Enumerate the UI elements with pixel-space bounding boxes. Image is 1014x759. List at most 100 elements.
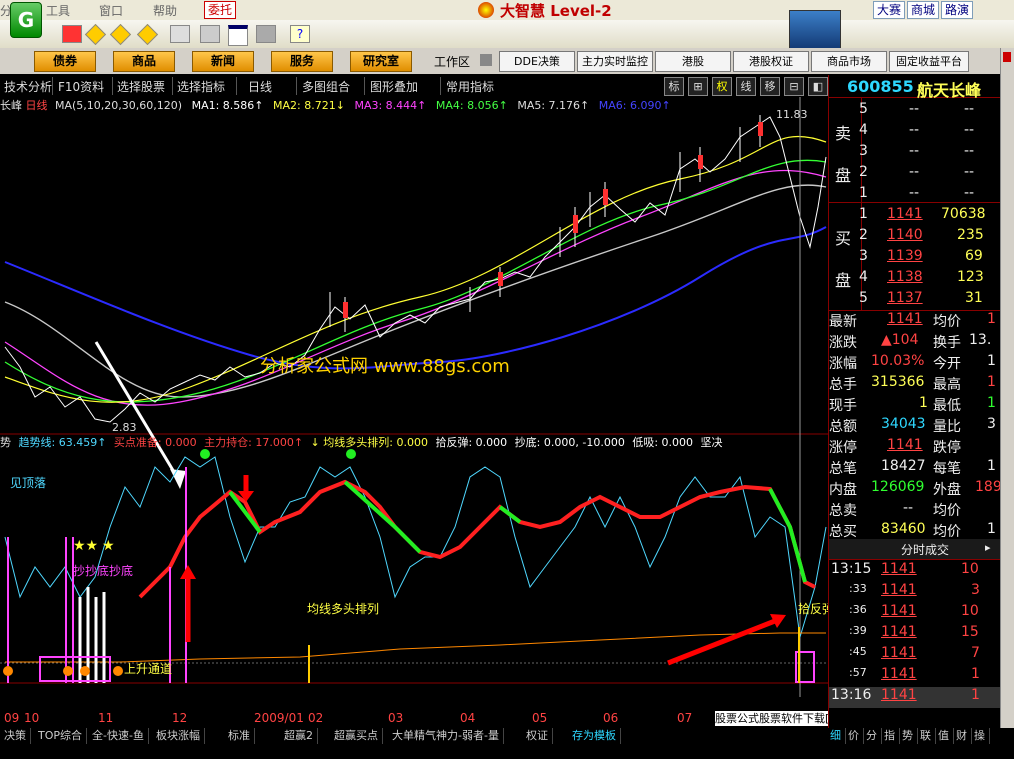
stat-key: 换手 [933,335,961,351]
crosshair-icon[interactable]: ⊞ [688,77,708,96]
tick-price: 1141 [881,645,917,661]
nav-service-button[interactable]: 服务 [271,51,333,72]
stat-key: 均价 [933,503,961,519]
diamond-icon[interactable] [84,23,107,46]
tab-trend[interactable]: 势 [898,728,918,744]
ticks-title: 分时成交 [901,543,950,557]
tab-link[interactable]: 联 [916,728,936,744]
low-price-label: 2.83 [112,421,137,434]
ma5-label: MA5: 7.176↑ [517,99,590,112]
ma-bull-value: ↓ 均线多头排列: 0.000 [310,436,428,449]
stat-value: 1 [987,395,996,411]
buy-price: 1139 [887,248,923,264]
line-icon[interactable]: 线 [736,77,756,96]
tab-standard[interactable]: 标准 [224,728,255,744]
print-icon[interactable] [200,25,220,43]
entrust-button[interactable]: 委托 [204,1,237,19]
tab-finance[interactable]: 财 [952,728,972,744]
tab-multi-chart[interactable]: 多图组合 [302,78,350,95]
grid-icon[interactable] [256,25,276,43]
date-label: 02 [308,711,324,725]
diamond-icon[interactable] [109,23,132,46]
tab-select-stock[interactable]: 选择股票 [117,78,165,95]
nav-commodity-market-button[interactable]: 商品市场 [811,51,887,72]
tick-volume: 3 [971,582,980,598]
tab-decision[interactable]: 决策 [0,728,31,744]
link-contest[interactable]: 大赛 [873,1,906,19]
nav-commodity-button[interactable]: 商品 [113,51,175,72]
tab-daily[interactable]: 日线 [248,78,272,95]
nav-news-button[interactable]: 新闻 [192,51,254,72]
workspace-menu-icon[interactable] [480,54,492,66]
stat-value: 1 [987,521,996,537]
main-position-value: 主力持仓: 17.000↑ [204,436,304,449]
tab-chaoying2[interactable]: 超赢2 [280,728,318,744]
tab-save-template[interactable]: 存为模板 [568,728,621,744]
buy-book: 买 盘 1 1141 70638 2 1140 235 3 1139 69 4 1138 123… [829,203,1001,311]
close-icon[interactable] [1003,52,1011,62]
nav-monitor-button[interactable]: 主力实时监控 [577,51,653,72]
buy-price: 1137 [887,290,923,306]
period-label: 日线 [25,99,48,112]
tab-warrant[interactable]: 权证 [522,728,553,744]
menu-item-help[interactable]: 帮助 [153,2,177,19]
nav-fixed-income-button[interactable]: 固定收益平台 [889,51,969,72]
link-roadshow[interactable]: 路演 [941,1,974,19]
tab-common-indicator[interactable]: 常用指标 [446,78,494,95]
help-icon[interactable]: ? [290,25,310,43]
tab-quick-fish[interactable]: 全-快速-鱼 [88,728,149,744]
window-scrollbar[interactable] [1000,48,1014,744]
kline-chart[interactable]: ★★ ★ [0,97,828,709]
date-label: 03 [388,711,404,725]
buy-level: 5 [859,290,868,306]
tab-bigorder[interactable]: 大单精气神力-弱者-量 [388,728,504,744]
tab-sector[interactable]: 板块涨幅 [152,728,205,744]
tab-f10[interactable]: F10资料 [58,78,104,95]
mark-icon[interactable]: 标 [664,77,684,96]
move-icon[interactable]: 移 [760,77,780,96]
ticks-expand-icon[interactable]: ▸ [985,541,991,554]
stat-key: 最高 [933,377,961,393]
nav-hk-button[interactable]: 港股 [655,51,731,72]
tab-price[interactable]: 价 [844,728,864,744]
tab-top[interactable]: TOP综合 [34,728,88,744]
bird-logo-icon [789,10,841,52]
link-mall[interactable]: 商城 [907,1,940,19]
tab-operate[interactable]: 操 [970,728,990,744]
sell-level: 4 [859,122,868,138]
tab-min[interactable]: 分 [862,728,882,744]
tab-index[interactable]: 指 [880,728,900,744]
stat-key: 最低 [933,398,961,414]
tab-select-indicator[interactable]: 选择指标 [177,78,225,95]
sell-price: -- [909,164,920,180]
window-icon[interactable] [170,25,190,43]
brand-logo-icon [478,2,494,18]
ma-legend: 长峰 日线 MA(5,10,20,30,60,120) MA1: 8.586↑ … [0,97,671,113]
collapse-icon[interactable]: ⊟ [784,77,804,96]
workspace-label[interactable]: 工作区 [434,53,470,70]
stat-key: 总手 [829,377,857,393]
nav-bar: 债券 商品 新闻 服务 研究室 工作区 DDE决策 主力实时监控 港股 港股权证… [0,48,1000,74]
nav-hk-warrant-button[interactable]: 港股权证 [733,51,809,72]
tab-chaoying-buy[interactable]: 超赢买点 [330,728,383,744]
menu-item-window[interactable]: 窗口 [99,2,123,19]
menu-item-tools[interactable]: 工具 [46,2,70,19]
nav-bond-button[interactable]: 债券 [34,51,96,72]
chart-toolbar: 技术分析 F10资料 选择股票 选择指标 日线 多图组合 图形叠加 常用指标 标… [0,75,828,98]
red-square-icon[interactable] [62,25,82,43]
buy-price: 1140 [887,227,923,243]
date-label: 2009/01 [254,711,304,725]
panel-toggle-icon[interactable]: ◧ [808,77,828,96]
tab-overlay[interactable]: 图形叠加 [370,78,418,95]
tick-time: :45 [849,645,867,658]
rights-icon[interactable]: 权 [712,77,732,96]
nav-research-button[interactable]: 研究室 [350,51,412,72]
diamond-icon[interactable] [136,23,159,46]
tab-tech-analysis[interactable]: 技术分析 [4,78,52,95]
window-layout-icon[interactable] [228,25,248,46]
tick-time: :36 [849,603,867,616]
tab-detail[interactable]: 细 [826,728,846,744]
nav-dde-button[interactable]: DDE决策 [499,51,575,72]
tab-value[interactable]: 值 [934,728,954,744]
tick-price: 1141 [881,666,917,682]
